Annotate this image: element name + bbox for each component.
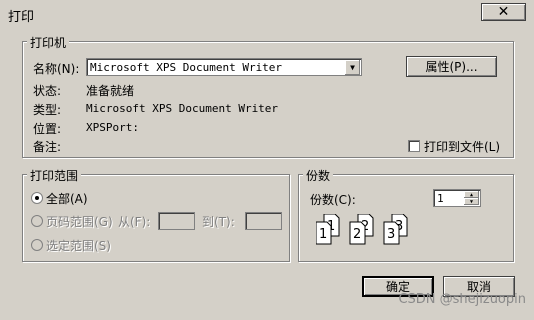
range-all-radio[interactable] bbox=[31, 192, 43, 204]
printer-name-value: Microsoft XPS Document Writer bbox=[90, 60, 283, 74]
copies-group-title: 份数 bbox=[303, 167, 334, 184]
range-to-input[interactable] bbox=[245, 212, 282, 230]
copies-count-input[interactable]: 1 ▲ ▼ bbox=[433, 189, 481, 207]
type-label: 类型: bbox=[33, 103, 62, 117]
spin-up-icon[interactable]: ▲ bbox=[464, 191, 479, 198]
print-to-file-label[interactable]: 打印到文件(L) bbox=[424, 138, 500, 155]
type-value: Microsoft XPS Document Writer bbox=[86, 102, 279, 115]
range-selection-label[interactable]: 选定范围(S) bbox=[46, 237, 111, 254]
range-to-label: 到(T): bbox=[202, 215, 235, 229]
close-icon: ✕ bbox=[497, 4, 510, 20]
collate-page-number: 2 bbox=[353, 227, 361, 242]
properties-button[interactable]: 属性(P)... bbox=[406, 56, 497, 77]
watermark: CSDN @shejizuopin bbox=[398, 292, 526, 307]
printer-group-title: 打印机 bbox=[27, 34, 70, 51]
collate-icon: 112233 bbox=[316, 214, 408, 245]
window-title: 打印 bbox=[8, 10, 35, 25]
range-pages-label[interactable]: 页码范围(G) bbox=[46, 213, 113, 230]
print-range-group-title: 打印范围 bbox=[27, 167, 82, 184]
collate-page-number: 1 bbox=[319, 227, 327, 242]
collate-page-number: 3 bbox=[387, 227, 395, 242]
comment-label: 备注: bbox=[33, 140, 62, 154]
range-from-label: 从(F): bbox=[118, 215, 151, 229]
copies-count-value: 1 bbox=[437, 191, 444, 205]
range-from-input[interactable] bbox=[158, 212, 195, 230]
range-selection-radio[interactable] bbox=[31, 239, 43, 251]
chevron-down-icon[interactable]: ▼ bbox=[344, 60, 360, 75]
printer-name-select[interactable]: Microsoft XPS Document Writer ▼ bbox=[86, 58, 362, 76]
status-value: 准备就绪 bbox=[86, 84, 135, 98]
where-label: 位置: bbox=[33, 122, 62, 136]
range-all-label[interactable]: 全部(A) bbox=[46, 190, 88, 207]
copies-count-label: 份数(C): bbox=[310, 193, 356, 207]
status-label: 状态: bbox=[33, 84, 62, 98]
range-pages-radio[interactable] bbox=[31, 215, 43, 227]
where-value: XPSPort: bbox=[86, 121, 139, 134]
close-button[interactable]: ✕ bbox=[481, 3, 526, 21]
printer-name-label: 名称(N): bbox=[33, 62, 80, 76]
print-to-file-checkbox[interactable] bbox=[408, 140, 420, 152]
spin-down-icon[interactable]: ▼ bbox=[464, 198, 479, 205]
